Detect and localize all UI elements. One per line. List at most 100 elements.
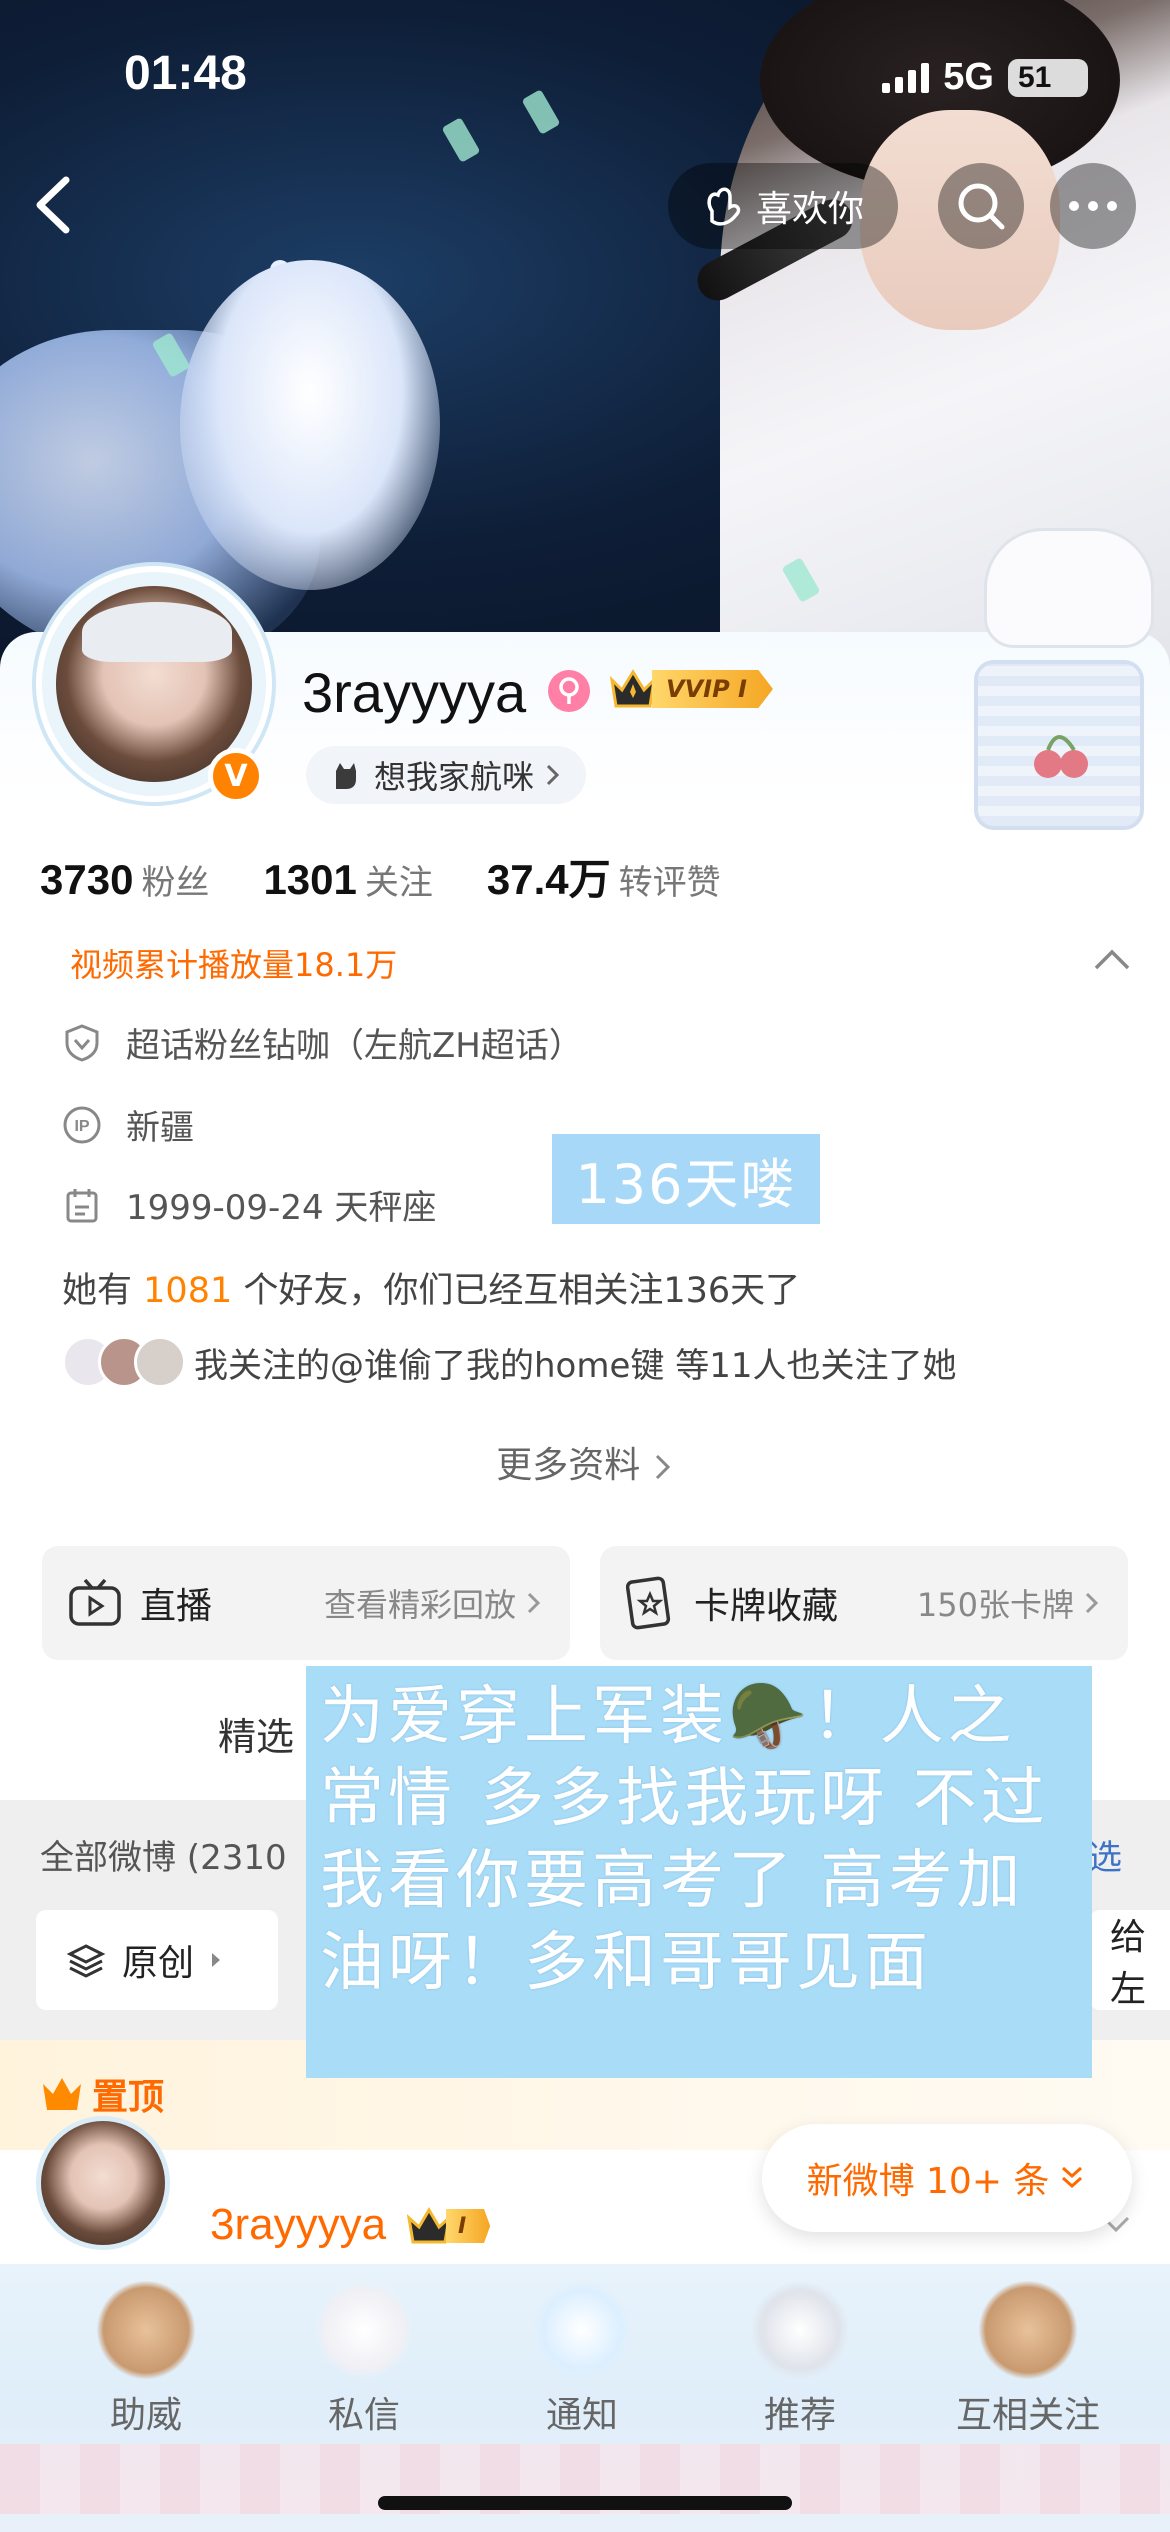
vip-label: VVIP I xyxy=(652,670,773,708)
cherry-box-decoration xyxy=(974,660,1144,830)
nav-cheer-label: 助威 xyxy=(109,2395,182,2436)
like-you-label: 喜欢你 xyxy=(756,189,865,230)
pinned-label: 置顶 xyxy=(40,2068,164,2120)
nav-notifications-label: 通知 xyxy=(545,2395,618,2436)
post-vip-label: I xyxy=(446,2209,491,2243)
supertopic-text: 超话粉丝钻咖（左航ZH超话） xyxy=(126,1026,583,1066)
mutual-avatars xyxy=(62,1336,186,1388)
nav-mutual-follow[interactable]: 互相关注 xyxy=(938,2280,1118,2438)
engagement-label: 转评赞 xyxy=(618,863,721,903)
mutual-followers-row[interactable]: 我关注的@谁偷了我的home键 等11人也关注了她 xyxy=(62,1336,956,1388)
followers-count: 3730 xyxy=(40,856,134,903)
following-stat[interactable]: 1301 关注 xyxy=(263,855,432,904)
birthday-text: 1999-09-24 天秤座 xyxy=(126,1188,437,1228)
followers-label: 粉丝 xyxy=(141,863,210,903)
svg-text:IP: IP xyxy=(74,1118,89,1135)
more-dots-icon xyxy=(1069,201,1117,211)
signal-icon xyxy=(882,62,930,93)
live-subtitle: 查看精彩回放 xyxy=(323,1586,516,1624)
cover-confetti xyxy=(521,89,561,135)
nav-messages[interactable]: 私信 xyxy=(284,2280,444,2438)
vip-badge[interactable]: VVIP I xyxy=(608,666,773,712)
friends-suffix: 个好友，你们已经互相关注136天了 xyxy=(243,1271,801,1311)
filter-chip[interactable]: 给左 xyxy=(1090,1910,1170,2010)
crown-icon xyxy=(609,669,657,708)
back-button[interactable] xyxy=(24,170,84,240)
network-type: 5G xyxy=(943,56,994,98)
battery-icon: 51 xyxy=(1008,58,1088,97)
cat-bow-sticker-icon xyxy=(532,2280,632,2380)
caret-right-icon xyxy=(212,1953,221,1967)
cat-sticker-decoration xyxy=(984,528,1154,648)
profile-stats: 3730 粉丝 1301 关注 37.4万 转评赞 xyxy=(40,846,721,907)
chevron-right-icon xyxy=(546,764,560,786)
layers-icon xyxy=(66,1944,106,1978)
nav-recommend-label: 推荐 xyxy=(763,2395,836,2436)
cherry-icon xyxy=(1034,735,1088,778)
battery-level: 51 xyxy=(1018,60,1052,94)
cat-icon xyxy=(336,763,356,789)
chevron-left-icon xyxy=(36,176,70,234)
home-indicator[interactable] xyxy=(378,2496,792,2510)
ip-icon: IP xyxy=(63,1106,101,1143)
username: 3rayyyya xyxy=(302,661,527,724)
bear-bow-sticker-icon xyxy=(978,2280,1078,2380)
search-button[interactable] xyxy=(938,163,1024,249)
card-collection-tile[interactable]: 卡牌收藏 150张卡牌 xyxy=(600,1546,1128,1660)
cover-confetti xyxy=(441,117,481,163)
mutual-followers-text: 我关注的@谁偷了我的home键 等11人也关注了她 xyxy=(194,1345,957,1386)
fan-group-label: 想我家航咪 xyxy=(374,758,535,796)
crown-icon xyxy=(43,2078,81,2110)
ring-sticker-icon xyxy=(750,2280,850,2380)
female-gender-icon xyxy=(548,670,590,712)
ip-location-row: IP 新疆 xyxy=(62,1100,194,1149)
new-posts-button[interactable]: 新微博 10+ 条 xyxy=(762,2124,1132,2232)
card-collection-subtitle: 150张卡牌 xyxy=(916,1586,1074,1624)
engagement-stat[interactable]: 37.4万 转评赞 xyxy=(487,846,721,907)
card-collection-title: 卡牌收藏 xyxy=(694,1586,839,1627)
status-time: 01:48 xyxy=(124,47,247,100)
following-count: 1301 xyxy=(263,856,357,903)
calendar-icon xyxy=(66,1188,98,1222)
nav-recommend[interactable]: 推荐 xyxy=(720,2280,880,2438)
crown-icon xyxy=(406,2207,452,2244)
card-star-icon xyxy=(626,1576,671,1630)
mutual-friends-line[interactable]: 她有 1081 个好友，你们已经互相关注136天了 xyxy=(62,1262,800,1313)
chevron-right-icon xyxy=(527,1592,541,1614)
all-posts-label: 全部微博 (2310 xyxy=(40,1838,287,1878)
fan-group-link[interactable]: 想我家航咪 xyxy=(306,746,587,804)
filter-link[interactable]: 选 xyxy=(1088,1830,1122,1879)
original-filter-chip[interactable]: 原创 xyxy=(36,1910,278,2010)
video-plays-total: 视频累计播放量18.1万 xyxy=(70,946,398,984)
tv-icon xyxy=(69,1578,121,1626)
kitty-sticker-icon xyxy=(314,2280,414,2380)
followers-stat[interactable]: 3730 粉丝 xyxy=(40,855,209,904)
engagement-count: 37.4万 xyxy=(486,856,611,903)
nav-cheer[interactable]: 助威 xyxy=(66,2280,226,2438)
chevron-right-icon xyxy=(1085,1592,1099,1614)
overlay-message-note: 为爱穿上军装🪖！人之常情 多多找我玩呀 不过我看你要高考了 高考加油呀！多和哥哥… xyxy=(306,1666,1092,2078)
following-label: 关注 xyxy=(364,863,433,903)
original-filter-label: 原创 xyxy=(122,1943,195,1984)
tab-featured[interactable]: 精选 xyxy=(218,1706,294,1761)
nav-notifications[interactable]: 通知 xyxy=(502,2280,662,2438)
more-options-button[interactable] xyxy=(1050,163,1136,249)
more-info-label: 更多资料 xyxy=(496,1445,641,1486)
friends-count: 1081 xyxy=(143,1271,233,1311)
supertopic-row[interactable]: 超话粉丝钻咖（左航ZH超话） xyxy=(62,1018,583,1067)
pinned-text: 置顶 xyxy=(92,2077,165,2118)
more-info-link[interactable]: 更多资料 xyxy=(0,1436,1170,1488)
live-tile[interactable]: 直播 查看精彩回放 xyxy=(42,1546,570,1660)
filter-chip-label: 给左 xyxy=(1110,1917,1147,2010)
birthday-row: 1999-09-24 天秤座 xyxy=(62,1180,436,1229)
post-author-name[interactable]: 3rayyyya xyxy=(210,2200,386,2250)
like-you-button[interactable]: 喜欢你 xyxy=(668,163,898,249)
post-author-avatar[interactable] xyxy=(36,2116,170,2250)
search-icon xyxy=(958,183,1005,230)
chevron-up-icon[interactable] xyxy=(1092,944,1132,974)
friends-prefix: 她有 xyxy=(62,1271,133,1311)
verified-badge-icon: V xyxy=(208,748,264,804)
post-vip-badge: I xyxy=(406,2206,491,2246)
nav-messages-label: 私信 xyxy=(327,2395,400,2436)
status-indicators: 5G 51 xyxy=(882,56,1088,99)
